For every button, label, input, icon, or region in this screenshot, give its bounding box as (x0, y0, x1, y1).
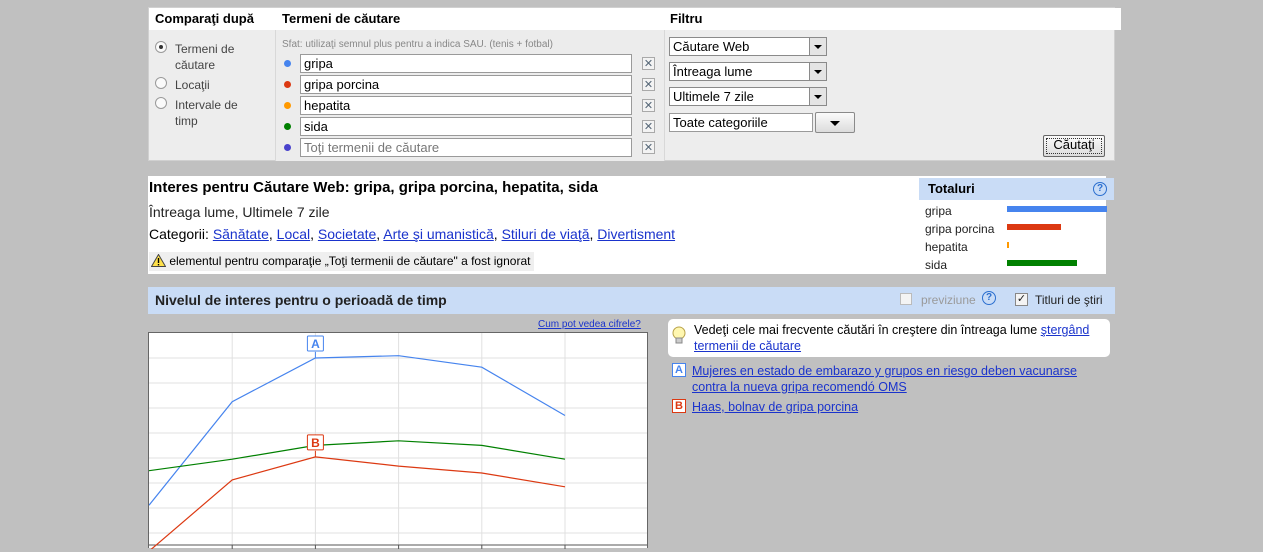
lightbulb-icon (672, 326, 686, 344)
news-marker-a: A (672, 363, 686, 377)
term-2-input[interactable]: gripa porcina (300, 75, 632, 94)
warning-text: elementul pentru comparaţie „Toţi termen… (169, 254, 531, 268)
interest-summary: Interes pentru Căutare Web: gripa, gripa… (148, 176, 1114, 274)
time-select[interactable]: Ultimele 7 zile (669, 87, 827, 106)
total-bar-4 (1007, 260, 1077, 266)
term-1-remove-icon[interactable]: ✕ (642, 57, 655, 70)
terms-header: Termeni de căutare (275, 8, 671, 30)
news-link-a[interactable]: Mujeres en estado de embarazo y grupos e… (692, 363, 1112, 395)
tip-text: Vedeţi cele mai frecvente căutări în cre… (694, 323, 1090, 353)
category-link-societate[interactable]: Societate (318, 226, 376, 242)
category-link-stiluri[interactable]: Stiluri de viaţă (502, 226, 590, 242)
forecast-label: previziune (921, 293, 976, 307)
categories-label: Categorii: (149, 226, 209, 242)
section-title: Nivelul de interes pentru o perioadă de … (155, 292, 447, 308)
term-1-color-dot (284, 60, 291, 67)
help-icon[interactable]: ? (1093, 182, 1107, 196)
term-4-remove-icon[interactable]: ✕ (642, 120, 655, 133)
news-marker-b: B (672, 399, 686, 413)
location-select[interactable]: Întreaga lume (669, 62, 827, 81)
interest-chart: AB (148, 332, 648, 552)
category-select[interactable]: Toate categoriile (669, 113, 813, 132)
radio-time-ranges[interactable] (155, 97, 167, 109)
compare-header: Comparaţi după (149, 8, 281, 30)
series-line-gripa-porcina (148, 456, 566, 552)
terms-column: Sfat: utilizaţi semnul plus pentru a ind… (275, 30, 665, 161)
radio-search-terms[interactable] (155, 41, 167, 53)
term-4-input[interactable]: sida (300, 117, 632, 136)
chevron-down-icon (809, 63, 826, 80)
warning-box: elementul pentru comparaţie „Toţi termen… (149, 252, 535, 271)
total-label-4: sida (925, 258, 948, 272)
radio-locations[interactable] (155, 77, 167, 89)
news-checkbox[interactable]: ✓ (1015, 293, 1028, 306)
news-label: Titluri de ştiri (1035, 293, 1103, 307)
filter-column: Căutare Web Întreaga lume Ultimele 7 zil… (664, 30, 1116, 161)
categories-line: Categorii: Sănătate, Local, Societate, A… (149, 226, 676, 242)
total-label-3: hepatita (925, 240, 968, 254)
chevron-down-icon (830, 121, 840, 126)
terms-hint: Sfat: utilizaţi semnul plus pentru a ind… (282, 39, 553, 50)
help-icon[interactable]: ? (982, 291, 996, 305)
annotation-letter-a: A (311, 337, 320, 351)
totals-panel: Totaluri ? gripa gripa porcina hepatita … (919, 178, 1114, 272)
how-to-see-numbers-link[interactable]: Cum pot vedea cifrele? (538, 319, 641, 330)
chevron-down-icon (809, 38, 826, 55)
radio-search-terms-label: Termeni de căutare (175, 42, 235, 72)
totals-header: Totaluri ? (919, 178, 1114, 200)
filter-header: Filtru (664, 8, 1121, 30)
total-bar-2 (1007, 224, 1061, 230)
category-link-divertisment[interactable]: Divertisment (597, 226, 675, 242)
series-line-sida (148, 440, 566, 472)
radio-locations-label: Locaţii (175, 78, 210, 92)
all-terms-remove-icon[interactable]: ✕ (642, 141, 655, 154)
tip-box: Vedeţi cele mai frecvente căutări în cre… (668, 319, 1110, 357)
total-bar-1 (1007, 206, 1107, 212)
chart-svg: AB (148, 333, 647, 552)
search-button[interactable]: Căutaţi (1043, 135, 1105, 157)
total-bar-3 (1007, 242, 1009, 248)
term-2-remove-icon[interactable]: ✕ (642, 78, 655, 91)
term-3-input[interactable]: hepatita (300, 96, 632, 115)
chevron-down-icon (809, 88, 826, 105)
category-dropdown-button[interactable] (815, 112, 855, 133)
term-3-remove-icon[interactable]: ✕ (642, 99, 655, 112)
summary-title: Interes pentru Căutare Web: gripa, gripa… (149, 179, 598, 196)
total-label-2: gripa porcina (925, 222, 995, 236)
term-3-color-dot (284, 102, 291, 109)
category-link-local[interactable]: Local (277, 226, 310, 242)
search-type-select[interactable]: Căutare Web (669, 37, 827, 56)
term-4-color-dot (284, 123, 291, 130)
section-bar: Nivelul de interes pentru o perioadă de … (148, 287, 1115, 314)
category-link-sanatate[interactable]: Sănătate (213, 226, 269, 242)
news-link-b[interactable]: Haas, bolnav de gripa porcina (692, 399, 858, 415)
forecast-checkbox[interactable] (900, 293, 912, 305)
warning-icon (150, 253, 167, 267)
radio-time-ranges-label: Intervale de timp (175, 98, 238, 128)
term-2-color-dot (284, 81, 291, 88)
annotation-letter-b: B (311, 436, 320, 450)
summary-subtitle: Întreaga lume, Ultimele 7 zile (149, 204, 330, 220)
total-label-1: gripa (925, 204, 952, 218)
search-panel: Comparaţi după Termeni de căutare Filtru… (148, 7, 1121, 161)
term-1-input[interactable]: gripa (300, 54, 632, 73)
totals-title: Totaluri (928, 181, 975, 196)
term-all-color-dot (284, 144, 291, 151)
category-link-arte[interactable]: Arte şi umanistică (383, 226, 493, 242)
all-terms-input[interactable]: Toţi termenii de căutare (300, 138, 632, 157)
